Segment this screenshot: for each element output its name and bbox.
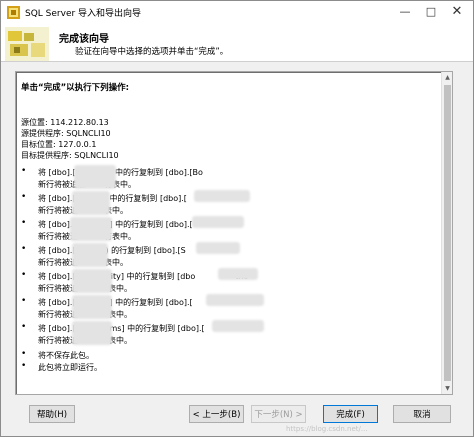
operation-line: 将 [dbo].[) 的行复制到 [dbo].[S [38,246,186,255]
title-bar[interactable]: SQL Server 导入和导出向导 — □ ✕ [1,1,473,25]
next-button[interactable]: 下一步(N) > [251,405,306,423]
redaction-blur [196,242,240,254]
redaction-blur [72,321,112,345]
source-location: 源位置: 114.212.80.13 [21,118,109,127]
target-provider: 目标提供程序: SQLNCLI10 [21,151,119,160]
redaction-blur [72,295,112,319]
source-provider: 源提供程序: SQLNCLI10 [21,129,111,138]
sql-server-icon [7,6,20,19]
bullet: • [21,244,27,254]
scroll-down-arrow-icon[interactable]: ▼ [442,383,452,394]
note-run-now: 此包将立即运行。 [38,363,102,372]
redaction-blur [212,320,264,332]
operation-line: 将 [dbo].[B 中的行复制到 [dbo].[Bo [38,168,203,177]
redaction-blur [72,243,108,267]
summary-content: 单击“完成”以执行下列操作: 源位置: 114.212.80.13 源提供程序:… [16,72,441,394]
wizard-logo-icon [5,27,49,61]
operation-line: 将 [dbo].[ms] 中的行复制到 [dbo].[ [38,324,205,333]
close-button[interactable]: ✕ [445,1,469,23]
window-title: SQL Server 导入和导出向导 [25,9,142,19]
note-not-saved: 将不保存此包。 [38,351,94,360]
operation-line: 将 [dbo].[] 中的行复制到 [dbo].[ [38,220,193,229]
finish-button[interactable]: 完成(F) [323,405,378,423]
operation-line: 将 [dbo].[] 中的行复制到 [dbo].[ [38,298,193,307]
summary-title: 单击“完成”以执行下列操作: [21,83,130,93]
vertical-scrollbar[interactable]: ▲ ▼ [441,72,452,394]
redaction-blur [70,217,112,241]
wizard-header: 完成该向导 验证在向导中选择的选项并单击“完成”。 [1,25,473,62]
wizard-window: SQL Server 导入和导出向导 — □ ✕ 完成该向导 验证在向导中选择的… [0,0,474,437]
redaction-blur [206,294,264,306]
header-title: 完成该向导 [59,34,109,45]
help-button[interactable]: 帮助(H) [29,405,75,423]
redaction-blur [72,269,112,293]
bullet: • [21,166,27,176]
cancel-button[interactable]: 取消 [393,405,451,423]
operation-line: 将 [dbo].[Fi] 中的行复制到 [dbo].[ [38,194,187,203]
bullet: • [21,270,27,280]
maximize-button[interactable]: □ [419,1,443,23]
bullet: • [21,361,27,371]
redaction-blur [192,216,244,228]
redaction-blur [72,191,110,215]
bullet: • [21,349,27,359]
bullet: • [21,296,27,306]
header-subtitle: 验证在向导中选择的选项并单击“完成”。 [75,47,229,57]
summary-panel[interactable]: 单击“完成”以执行下列操作: 源位置: 114.212.80.13 源提供程序:… [15,71,453,395]
minimize-button[interactable]: — [393,1,417,23]
back-button[interactable]: < 上一步(B) [189,405,244,423]
redaction-blur [74,165,116,189]
operation-line: 将 [dbo].[rity] 中的行复制到 [dbotho [38,272,248,281]
target-location: 目标位置: 127.0.0.1 [21,140,97,149]
bullet: • [21,218,27,228]
watermark: https://blog.csdn.net/... [286,425,368,433]
redaction-blur [194,190,250,202]
bullet: • [21,192,27,202]
redaction-blur [218,268,258,280]
scroll-thumb[interactable] [444,85,451,381]
bullet: • [21,322,27,332]
scroll-up-arrow-icon[interactable]: ▲ [442,72,452,83]
